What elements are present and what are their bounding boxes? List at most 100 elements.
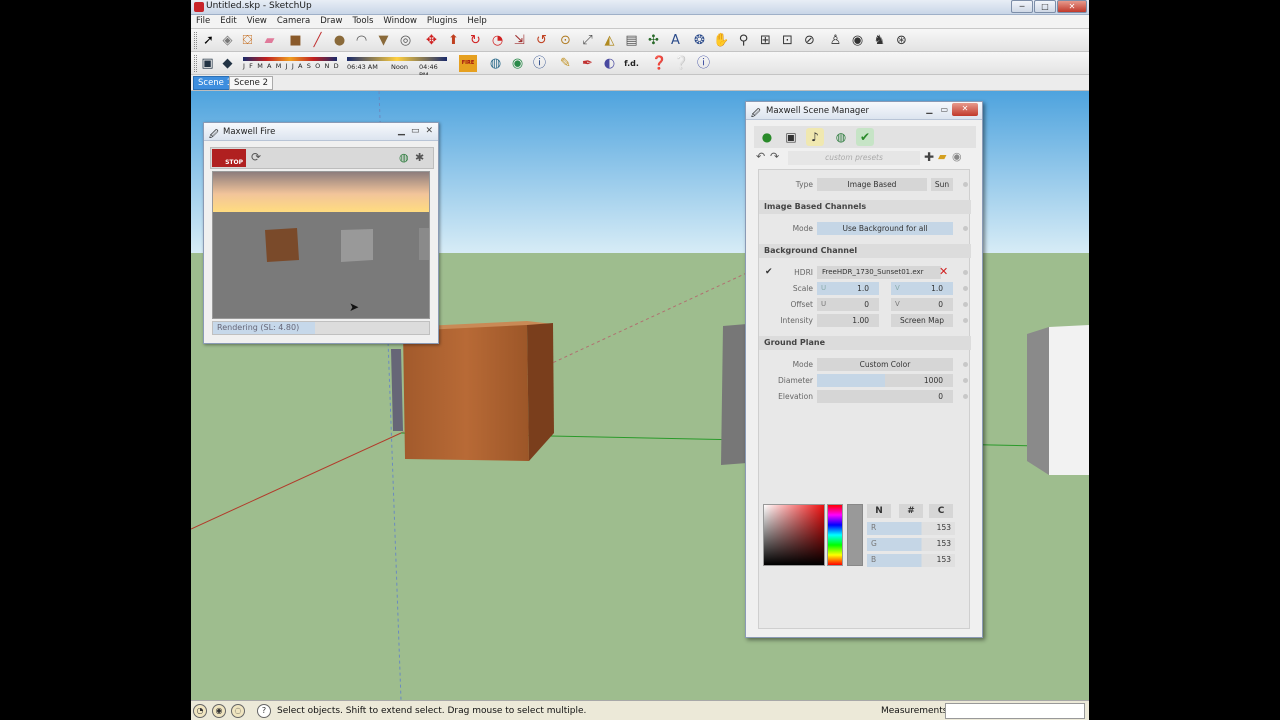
custom-presets-dropdown[interactable]: custom presets [788,151,920,165]
msm-title-bar[interactable]: 🖉 Maxwell Scene Manager ▁ ▭ ✕ [746,102,982,120]
color-mode-c-button[interactable]: C [929,504,953,518]
offset-u-field[interactable]: 0 [817,298,879,311]
circle-icon[interactable]: ● [331,32,348,49]
fire-close-button[interactable]: ✕ [425,126,433,136]
text-icon[interactable]: ▤ [623,32,640,49]
maxwell-sphere-icon[interactable]: ◐ [601,55,618,72]
scale-v-field[interactable]: 1.0 [891,282,953,295]
orbit-icon[interactable]: ❂ [691,32,708,49]
stop-button[interactable]: STOP [212,149,246,167]
blue-channel-field[interactable]: B 153 [867,554,955,567]
toolbar-grip[interactable] [194,55,197,72]
undo-icon[interactable]: ↶ [756,150,765,163]
select-arrow-icon[interactable]: ➚ [200,32,217,49]
msm-minimize-button[interactable]: ▁ [926,105,932,114]
redo-icon[interactable]: ↷ [770,150,779,163]
fire-gear-icon[interactable]: ✱ [415,151,424,164]
green-channel-field[interactable]: G 153 [867,538,955,551]
screen-map-dropdown[interactable]: Screen Map [891,314,953,327]
maxwell-fire-button[interactable]: FIRE [459,55,477,72]
scale-u-field[interactable]: 1.0 [817,282,879,295]
shadow-settings-icon[interactable]: ▣ [199,55,216,72]
axes-icon[interactable]: ✣ [645,32,662,49]
environment-tab-icon[interactable]: ● [758,128,776,146]
shadow-time-slider[interactable]: 06:43 AM Noon 04:46 PM [347,55,447,79]
fire-restore-button[interactable]: ▭ [411,126,420,136]
gp-mode-lock-dot[interactable] [963,362,968,367]
close-button[interactable]: ✕ [1057,0,1087,13]
look-around-icon[interactable]: ◉ [849,32,866,49]
about-icon[interactable]: ⓘ [695,55,712,72]
offset-icon[interactable]: ↺ [533,32,550,49]
previous-view-icon[interactable]: ⊘ [801,32,818,49]
menu-file[interactable]: File [191,15,215,28]
pan-icon[interactable]: ✋ [713,32,730,49]
paint-bucket-icon[interactable]: ⛋ [239,32,256,49]
move-icon[interactable]: ✥ [423,32,440,49]
eraser-icon[interactable]: ▰ [261,32,278,49]
fire-render-preview[interactable]: ➤ [212,171,430,319]
follow-me-icon[interactable]: ◔ [489,32,506,49]
zoom-icon[interactable]: ⚲ [735,32,752,49]
type-lock-dot[interactable] [963,182,968,187]
diameter-lock-dot[interactable] [963,378,968,383]
intensity-lock-dot[interactable] [963,318,968,323]
fire-minimize-button[interactable]: ▁ [398,126,405,136]
offset-lock-dot[interactable] [963,302,968,307]
protractor-icon[interactable]: ◭ [601,32,618,49]
rectangle-icon[interactable]: ■ [287,32,304,49]
type-dropdown[interactable]: Image Based [817,178,927,191]
msm-close-button[interactable]: ✕ [952,103,978,116]
remove-hdri-icon[interactable]: ✕ [939,265,948,278]
ibc-mode-dropdown[interactable]: Use Background for all [817,222,953,235]
minimize-button[interactable]: ─ [1011,0,1033,13]
image-based-channels-header[interactable]: Image Based Channels [759,200,971,214]
arc-icon[interactable]: ◠ [353,32,370,49]
intensity-field[interactable]: 1.00 [817,314,879,327]
sun-button[interactable]: Sun [931,178,953,191]
folder-icon[interactable]: ▰ [938,150,946,163]
camera-tab-icon[interactable]: ▣ [782,128,800,146]
maxwell-picker-icon[interactable]: ✒ [579,55,596,72]
help-icon[interactable]: ❓ [651,55,668,72]
measurements-input[interactable] [945,703,1085,719]
scale-icon[interactable]: ⇲ [511,32,528,49]
position-camera-icon[interactable]: ♙ [827,32,844,49]
zoom-extents-icon[interactable]: ⊡ [779,32,796,49]
make-component-icon[interactable]: ◈ [219,32,236,49]
3d-text-icon[interactable]: A [667,32,684,49]
diameter-slider[interactable]: 1000 [817,374,953,387]
help-context-icon[interactable]: ❔ [673,55,690,72]
color-saturation-square[interactable] [763,504,825,566]
offset-v-field[interactable]: 0 [891,298,953,311]
elevation-slider[interactable]: 0 [817,390,953,403]
toolbar-grip[interactable] [194,32,197,49]
add-preset-icon[interactable]: ✚ [924,150,934,164]
tab-scene-2[interactable]: Scene 2 [229,76,274,90]
color-mode-hash-button[interactable]: # [899,504,923,518]
hdri-file-field[interactable]: FreeHDR_1730_Sunset01.exr [817,266,941,279]
maximize-button[interactable]: □ [1034,0,1056,13]
maxwell-info-icon[interactable]: ⓘ [531,55,548,72]
geolocation-icon[interactable]: ◔ [193,704,207,718]
maxwell-material-icon[interactable]: ◉ [509,55,526,72]
ground-plane-header[interactable]: Ground Plane [759,336,971,350]
gp-mode-dropdown[interactable]: Custom Color [817,358,953,371]
hue-slider[interactable] [827,504,843,566]
menu-camera[interactable]: Camera [272,15,315,28]
elevation-lock-dot[interactable] [963,394,968,399]
push-pull-icon[interactable]: ⬆ [445,32,462,49]
display-shadows-icon[interactable]: ◆ [219,55,236,72]
sign-in-icon[interactable]: ◌ [231,704,245,718]
output-tab-icon[interactable]: ♪ [806,128,824,146]
section-plane-icon[interactable]: ⊛ [893,32,910,49]
instructor-help-icon[interactable]: ? [257,704,271,718]
polygon-icon[interactable]: ▼ [375,32,392,49]
menu-edit[interactable]: Edit [215,15,241,28]
credits-icon[interactable]: ◉ [212,704,226,718]
line-pencil-icon[interactable]: ╱ [309,32,326,49]
luminance-slider[interactable] [847,504,863,566]
red-channel-field[interactable]: R 153 [867,522,955,535]
menu-help[interactable]: Help [462,15,491,28]
ibc-mode-lock-dot[interactable] [963,226,968,231]
